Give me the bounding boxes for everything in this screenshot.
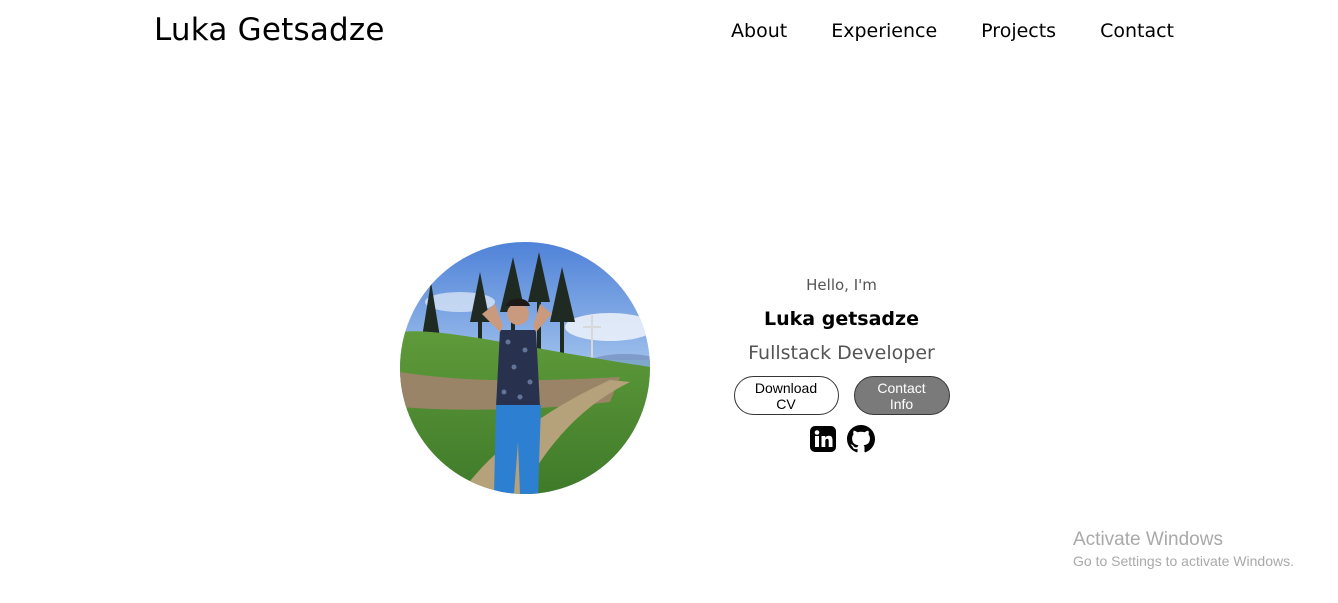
- github-icon[interactable]: [846, 425, 875, 453]
- site-logo[interactable]: Luka Getsadze: [154, 12, 385, 48]
- profile-role: Fullstack Developer: [748, 342, 935, 364]
- nav-about[interactable]: About: [731, 20, 787, 42]
- watermark-subtitle: Go to Settings to activate Windows.: [1073, 553, 1294, 569]
- profile-section: Hello, I'm Luka getsadze Fullstack Devel…: [400, 242, 950, 494]
- watermark-title: Activate Windows: [1073, 529, 1223, 550]
- nav-projects[interactable]: Projects: [981, 20, 1056, 42]
- social-links: [733, 425, 950, 453]
- top-navbar: Luka Getsadze About Experience Projects …: [0, 0, 1338, 66]
- contact-info-button[interactable]: Contact Info: [853, 376, 950, 415]
- nav-contact[interactable]: Contact: [1100, 20, 1174, 42]
- greeting: Hello, I'm: [806, 276, 877, 294]
- profile-photo: [400, 242, 650, 494]
- nav-experience[interactable]: Experience: [831, 20, 937, 42]
- nav-links: About Experience Projects Contact: [731, 20, 1174, 42]
- download-cv-button[interactable]: Download CV: [733, 376, 839, 415]
- intro-text: Hello, I'm Luka getsadze Fullstack Devel…: [733, 276, 950, 453]
- windows-activation-watermark: Activate Windows Go to Settings to activ…: [1073, 529, 1294, 569]
- linkedin-icon[interactable]: [809, 425, 837, 453]
- action-buttons: Download CV Contact Info: [733, 376, 950, 415]
- profile-name: Luka getsadze: [764, 308, 919, 330]
